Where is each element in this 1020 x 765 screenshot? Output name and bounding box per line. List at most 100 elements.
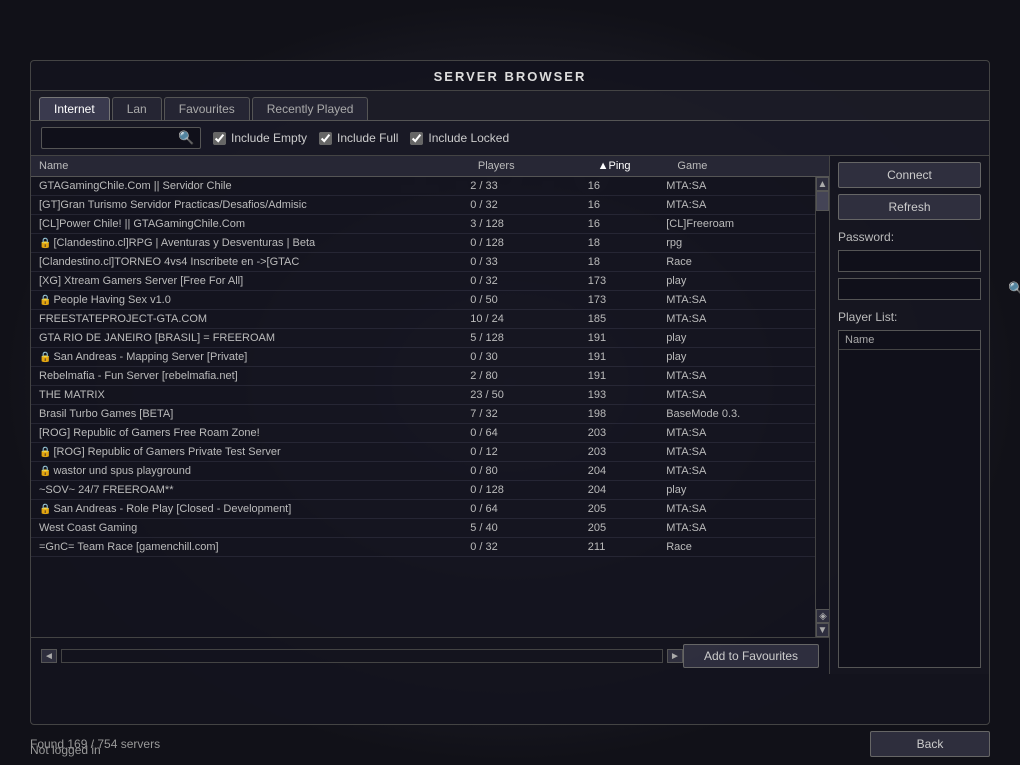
server-name-cell: 🔒People Having Sex v1.0 (31, 291, 462, 310)
horizontal-scroll-track[interactable] (61, 649, 663, 663)
tab-recently-played[interactable]: Recently Played (252, 97, 369, 120)
server-ping-cell: 203 (580, 443, 658, 462)
scroll-left-button[interactable]: ◄ (41, 649, 57, 663)
server-players-cell: 0 / 12 (462, 443, 580, 462)
add-to-favourites-button[interactable]: Add to Favourites (683, 644, 819, 668)
table-header-row: Name Players ▲Ping Game (31, 156, 829, 177)
tab-bar: Internet Lan Favourites Recently Played (31, 91, 989, 121)
player-search-input[interactable] (839, 279, 1004, 299)
include-locked-checkbox[interactable] (410, 132, 423, 145)
refresh-button[interactable]: Refresh (838, 194, 981, 220)
right-panel: Connect Refresh Password: 🔍 Player List:… (829, 156, 989, 674)
table-row[interactable]: West Coast Gaming5 / 40205MTA:SA (31, 519, 815, 538)
server-players-cell: 23 / 50 (462, 386, 580, 405)
include-full-label: Include Full (337, 131, 398, 145)
lock-icon: 🔒 (39, 352, 51, 363)
server-name-cell: FREESTATEPROJECT-GTA.COM (31, 310, 462, 329)
server-game-cell: [CL]Freeroam (658, 215, 815, 234)
server-name-cell: [CL]Power Chile! || GTAGamingChile.Com (31, 215, 462, 234)
vertical-scrollbar[interactable]: ▲ ◈ ▼ (815, 177, 829, 637)
server-game-cell: MTA:SA (658, 500, 815, 519)
tab-lan[interactable]: Lan (112, 97, 162, 120)
scroll-down-button[interactable]: ▼ (816, 623, 829, 637)
table-row[interactable]: ~SOV~ 24/7 FREEROAM**0 / 128204play (31, 481, 815, 500)
scroll-right-button[interactable]: ► (667, 649, 683, 663)
scroll-up-button[interactable]: ▲ (816, 177, 829, 191)
include-full-checkbox[interactable] (319, 132, 332, 145)
table-row[interactable]: [CL]Power Chile! || GTAGamingChile.Com3 … (31, 215, 815, 234)
server-scroll-wrapper[interactable]: GTAGamingChile.Com || Servidor Chile2 / … (31, 177, 815, 637)
table-row[interactable]: GTAGamingChile.Com || Servidor Chile2 / … (31, 177, 815, 196)
server-name-cell: [ROG] Republic of Gamers Free Roam Zone! (31, 424, 462, 443)
server-players-cell: 2 / 33 (462, 177, 580, 196)
server-players-cell: 0 / 32 (462, 538, 580, 557)
server-name-cell: GTA RIO DE JANEIRO [BRASIL] = FREEROAM (31, 329, 462, 348)
back-button[interactable]: Back (870, 731, 990, 757)
table-row[interactable]: 🔒San Andreas - Mapping Server [Private]0… (31, 348, 815, 367)
table-row[interactable]: GTA RIO DE JANEIRO [BRASIL] = FREEROAM5 … (31, 329, 815, 348)
server-name-cell: 🔒[ROG] Republic of Gamers Private Test S… (31, 443, 462, 462)
scroll-page-icon[interactable]: ◈ (816, 609, 829, 623)
player-search-icon: 🔍 (1004, 279, 1020, 299)
col-game[interactable]: Game (669, 156, 829, 177)
server-game-cell: MTA:SA (658, 310, 815, 329)
table-row[interactable]: [Clandestino.cl]TORNEO 4vs4 Inscribete e… (31, 253, 815, 272)
table-row[interactable]: Brasil Turbo Games [BETA]7 / 32198BaseMo… (31, 405, 815, 424)
login-status: Not logged in (30, 743, 101, 757)
horizontal-scrollbar-container: ◄ ► (41, 649, 683, 663)
search-icon: 🔍 (178, 130, 194, 146)
content-area: Name Players ▲Ping Game GTAGamingChile.C… (31, 156, 989, 674)
server-ping-cell: 173 (580, 272, 658, 291)
server-players-cell: 0 / 32 (462, 196, 580, 215)
server-players-cell: 5 / 40 (462, 519, 580, 538)
lock-icon: 🔒 (39, 466, 51, 477)
table-row[interactable]: [GT]Gran Turismo Servidor Practicas/Desa… (31, 196, 815, 215)
server-game-cell: play (658, 481, 815, 500)
player-list-column-header: Name (839, 331, 980, 350)
title-bar: SERVER BROWSER (31, 61, 989, 91)
server-ping-cell: 193 (580, 386, 658, 405)
server-ping-cell: 204 (580, 481, 658, 500)
connect-button[interactable]: Connect (838, 162, 981, 188)
scroll-track[interactable] (816, 191, 829, 609)
server-ping-cell: 18 (580, 253, 658, 272)
table-row[interactable]: Rebelmafia - Fun Server [rebelmafia.net]… (31, 367, 815, 386)
table-row[interactable]: [ROG] Republic of Gamers Free Roam Zone!… (31, 424, 815, 443)
include-locked-checkbox-group[interactable]: Include Locked (410, 131, 509, 145)
table-row[interactable]: THE MATRIX23 / 50193MTA:SA (31, 386, 815, 405)
server-data-table: GTAGamingChile.Com || Servidor Chile2 / … (31, 177, 815, 557)
table-row[interactable]: 🔒[Clandestino.cl]RPG | Aventuras y Desve… (31, 234, 815, 253)
table-row[interactable]: 🔒[ROG] Republic of Gamers Private Test S… (31, 443, 815, 462)
server-game-cell: MTA:SA (658, 291, 815, 310)
table-row[interactable]: =GnC= Team Race [gamenchill.com]0 / 3221… (31, 538, 815, 557)
server-name-cell: 🔒San Andreas - Role Play [Closed - Devel… (31, 500, 462, 519)
server-ping-cell: 185 (580, 310, 658, 329)
server-name-cell: Rebelmafia - Fun Server [rebelmafia.net] (31, 367, 462, 386)
server-game-cell: play (658, 272, 815, 291)
include-empty-checkbox-group[interactable]: Include Empty (213, 131, 307, 145)
server-name-cell: [Clandestino.cl]TORNEO 4vs4 Inscribete e… (31, 253, 462, 272)
toolbar: 🔍 Include Empty Include Full Include Loc… (31, 121, 989, 156)
password-input[interactable] (838, 250, 981, 272)
search-input[interactable] (48, 131, 178, 145)
search-box: 🔍 (41, 127, 201, 149)
server-name-cell: West Coast Gaming (31, 519, 462, 538)
server-players-cell: 0 / 64 (462, 424, 580, 443)
col-players[interactable]: Players (470, 156, 590, 177)
table-row[interactable]: 🔒wastor und spus playground0 / 80204MTA:… (31, 462, 815, 481)
include-empty-checkbox[interactable] (213, 132, 226, 145)
table-row[interactable]: [XG] Xtream Gamers Server [Free For All]… (31, 272, 815, 291)
lock-icon: 🔒 (39, 295, 51, 306)
server-game-cell: Race (658, 538, 815, 557)
server-players-cell: 0 / 30 (462, 348, 580, 367)
table-row[interactable]: 🔒San Andreas - Role Play [Closed - Devel… (31, 500, 815, 519)
scroll-thumb[interactable] (816, 191, 829, 211)
tab-internet[interactable]: Internet (39, 97, 110, 120)
col-ping[interactable]: ▲Ping (590, 156, 670, 177)
table-row[interactable]: FREESTATEPROJECT-GTA.COM10 / 24185MTA:SA (31, 310, 815, 329)
include-full-checkbox-group[interactable]: Include Full (319, 131, 398, 145)
table-row[interactable]: 🔒People Having Sex v1.00 / 50173MTA:SA (31, 291, 815, 310)
col-name[interactable]: Name (31, 156, 470, 177)
server-name-cell: 🔒[Clandestino.cl]RPG | Aventuras y Desve… (31, 234, 462, 253)
tab-favourites[interactable]: Favourites (164, 97, 250, 120)
